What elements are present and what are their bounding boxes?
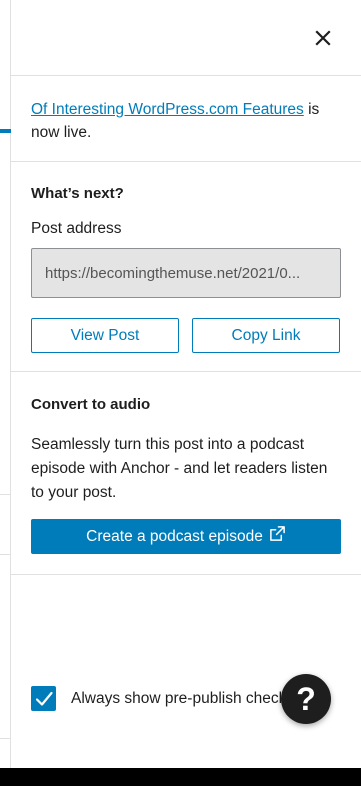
editor-edge-accent bbox=[0, 129, 11, 133]
published-notice: Of Interesting WordPress.com Features is… bbox=[11, 76, 361, 162]
close-icon bbox=[315, 30, 331, 46]
post-address-label: Post address bbox=[31, 220, 122, 237]
help-button[interactable]: ? bbox=[281, 674, 331, 724]
help-icon: ? bbox=[296, 681, 316, 717]
prepublish-checks-option: Always show pre-publish checks bbox=[31, 686, 301, 711]
post-address-field[interactable]: https://becomingthemuse.net/2021/0... bbox=[31, 248, 341, 298]
convert-audio-section: Convert to audio Seamlessly turn this po… bbox=[11, 372, 361, 575]
whats-next-section: What’s next? Post address https://becomi… bbox=[11, 162, 361, 372]
checkmark-icon bbox=[35, 691, 53, 706]
prepublish-checkbox-label: Always show pre-publish checks bbox=[71, 689, 295, 707]
post-publish-panel: Of Interesting WordPress.com Features is… bbox=[11, 0, 361, 768]
create-podcast-label: Create a podcast episode bbox=[86, 527, 263, 545]
prepublish-checkbox[interactable] bbox=[31, 686, 56, 711]
close-button[interactable] bbox=[311, 26, 335, 50]
bottom-bar bbox=[0, 768, 361, 786]
editor-edge-divider bbox=[0, 494, 11, 495]
published-post-link[interactable]: Of Interesting WordPress.com Features bbox=[31, 101, 304, 118]
external-link-icon bbox=[269, 526, 285, 541]
whats-next-heading: What’s next? bbox=[31, 185, 124, 202]
convert-audio-description: Seamlessly turn this post into a podcast… bbox=[31, 436, 328, 501]
editor-edge-divider bbox=[0, 554, 11, 555]
editor-edge-divider bbox=[0, 738, 11, 739]
panel-header bbox=[11, 0, 361, 76]
create-podcast-button[interactable]: Create a podcast episode bbox=[31, 519, 341, 554]
post-actions: View Post Copy Link bbox=[31, 318, 341, 353]
view-post-button[interactable]: View Post bbox=[31, 318, 179, 353]
convert-audio-heading: Convert to audio bbox=[31, 396, 151, 413]
copy-link-button[interactable]: Copy Link bbox=[192, 318, 340, 353]
editor-edge bbox=[0, 0, 11, 768]
